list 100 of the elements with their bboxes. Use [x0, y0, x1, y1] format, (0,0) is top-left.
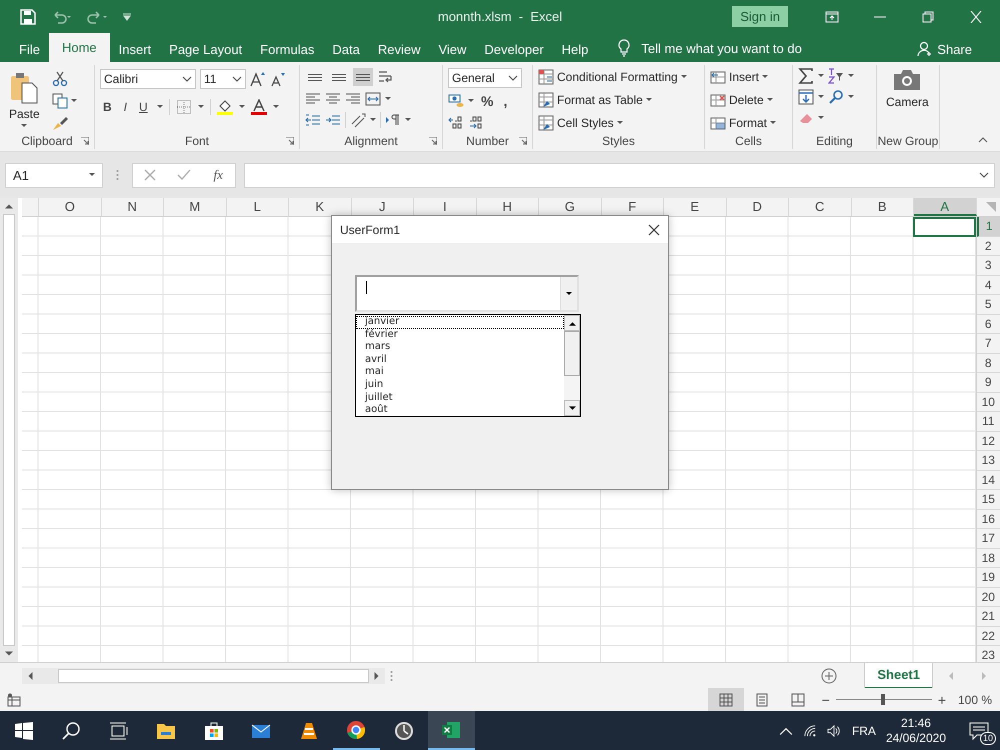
redo-icon[interactable] [86, 8, 108, 24]
list-item[interactable]: juin [356, 378, 564, 392]
row-header[interactable]: 11 [976, 412, 1000, 432]
list-item[interactable]: avril [356, 354, 564, 366]
zoom-in-button[interactable]: + [932, 692, 952, 708]
zoom-thumb[interactable] [880, 694, 885, 705]
row-header[interactable]: 14 [976, 470, 1000, 490]
scroll-down-icon[interactable] [568, 406, 576, 410]
currency-icon[interactable] [448, 93, 464, 109]
ribbon-tab[interactable]: Formulas [251, 36, 324, 62]
zoom-out-button[interactable]: − [816, 692, 836, 708]
scroll-right-icon[interactable] [373, 672, 381, 680]
scroll-thumb[interactable] [58, 668, 369, 682]
dialog-launcher-icon[interactable] [519, 137, 527, 145]
ribbon-tab[interactable]: View [429, 36, 476, 62]
fill-color-icon[interactable] [216, 99, 233, 115]
formula-input[interactable] [244, 162, 995, 188]
scroll-thumb[interactable] [564, 331, 580, 376]
row-header[interactable]: 7 [976, 334, 1000, 354]
decrease-indent-icon[interactable] [305, 112, 321, 128]
ribbon-tab[interactable]: Data [323, 36, 369, 62]
row-header[interactable]: 9 [976, 373, 1000, 392]
grow-font-icon[interactable] [250, 71, 266, 87]
wrap-text-icon[interactable] [377, 69, 393, 85]
list-item[interactable]: mars [356, 341, 564, 354]
horizontal-scrollbar[interactable] [22, 668, 385, 684]
scissors-icon[interactable] [52, 71, 68, 87]
ribbon-tab[interactable]: Page Layout [160, 36, 252, 62]
vertical-scrollbar[interactable] [0, 198, 18, 662]
column-header[interactable]: N [102, 198, 164, 216]
sheet-tab[interactable]: Sheet1 [865, 662, 932, 688]
save-icon[interactable] [20, 8, 36, 24]
shrink-font-icon[interactable] [270, 71, 286, 87]
row-header[interactable]: 17 [976, 529, 1000, 548]
row-header[interactable]: 22 [976, 626, 1000, 646]
row-header[interactable]: 18 [976, 548, 1000, 568]
add-sheet-icon[interactable] [821, 668, 838, 684]
row-header[interactable]: 12 [976, 432, 1000, 451]
styles-menu-button[interactable]: Cell Styles [538, 114, 699, 132]
number-style-button[interactable]: % [478, 93, 496, 109]
ribbon-tab[interactable]: Insert [110, 36, 160, 62]
dialog-launcher-icon[interactable] [429, 137, 437, 145]
column-header[interactable]: O [39, 198, 102, 216]
column-header[interactable]: A [914, 198, 976, 216]
dialog-launcher-icon[interactable] [286, 137, 294, 145]
row-header[interactable]: 3 [976, 256, 1000, 276]
list-item[interactable]: juillet [356, 392, 564, 404]
vertical-align-button[interactable] [353, 68, 373, 86]
font-style-button[interactable]: B [100, 100, 115, 114]
paste-button[interactable]: Paste [5, 72, 44, 128]
view-button[interactable] [708, 688, 744, 711]
list-item[interactable]: août [356, 404, 564, 417]
notifications-button[interactable]: 10 [964, 716, 994, 746]
column-header[interactable]: D [726, 198, 789, 216]
styles-menu-button[interactable]: Format as Table [538, 91, 699, 109]
combo-box[interactable] [355, 275, 579, 312]
row-header[interactable]: 6 [976, 314, 1000, 334]
ribbon-tab[interactable]: Home [48, 33, 110, 62]
sign-in-button[interactable]: Sign in [732, 6, 788, 27]
list-scrollbar[interactable] [564, 315, 580, 416]
speaker-icon[interactable] [826, 724, 841, 736]
number-format-dropdown[interactable]: General [448, 68, 522, 88]
restore-icon[interactable] [921, 10, 935, 22]
ribbon-tab[interactable]: Help [552, 36, 598, 62]
ribbon-tab[interactable]: File [10, 36, 49, 62]
font-color-icon[interactable] [250, 99, 267, 115]
list-item[interactable]: février [356, 328, 564, 342]
decrease-decimal-icon[interactable] [468, 114, 484, 130]
search-icon[interactable] [828, 89, 844, 105]
customize-icon[interactable] [122, 12, 132, 20]
row-header[interactable]: 13 [976, 451, 1000, 470]
dialog-launcher-icon[interactable] [81, 137, 89, 145]
scroll-thumb[interactable] [3, 214, 15, 646]
font-style-button[interactable]: I [120, 100, 130, 114]
collapse-ribbon-icon[interactable] [978, 137, 988, 143]
font-name-dropdown[interactable]: Calibri [100, 69, 196, 89]
month-list[interactable]: janvier février mars avril mai juin juillet août [355, 314, 581, 417]
fill-down-icon[interactable] [798, 89, 814, 105]
scroll-left-icon[interactable] [26, 672, 34, 680]
merge-icon[interactable] [365, 91, 381, 107]
row-header[interactable]: 2 [976, 236, 1000, 256]
copy-icon[interactable] [52, 93, 68, 109]
close-icon[interactable] [648, 224, 660, 236]
row-header[interactable]: 1 [976, 217, 1000, 236]
row-header[interactable]: 16 [976, 510, 1000, 529]
row-header[interactable]: 19 [976, 568, 1000, 588]
styles-menu-button[interactable]: Conditional Formatting [538, 68, 699, 86]
scroll-up-icon[interactable] [5, 202, 13, 210]
row-header[interactable]: 21 [976, 607, 1000, 626]
list-item[interactable]: mai [356, 366, 564, 379]
name-box[interactable]: A1 [5, 162, 103, 188]
row-header[interactable]: 5 [976, 295, 1000, 314]
share-button[interactable]: Share [911, 36, 978, 62]
orientation-icon[interactable] [350, 112, 366, 128]
wifi-icon[interactable] [802, 724, 817, 736]
column-header[interactable]: C [789, 198, 852, 216]
increase-decimal-icon[interactable] [448, 114, 464, 130]
ribbon-tab[interactable]: Developer [475, 36, 553, 62]
row-header[interactable]: 15 [976, 490, 1000, 510]
macro-record-icon[interactable] [7, 692, 21, 706]
